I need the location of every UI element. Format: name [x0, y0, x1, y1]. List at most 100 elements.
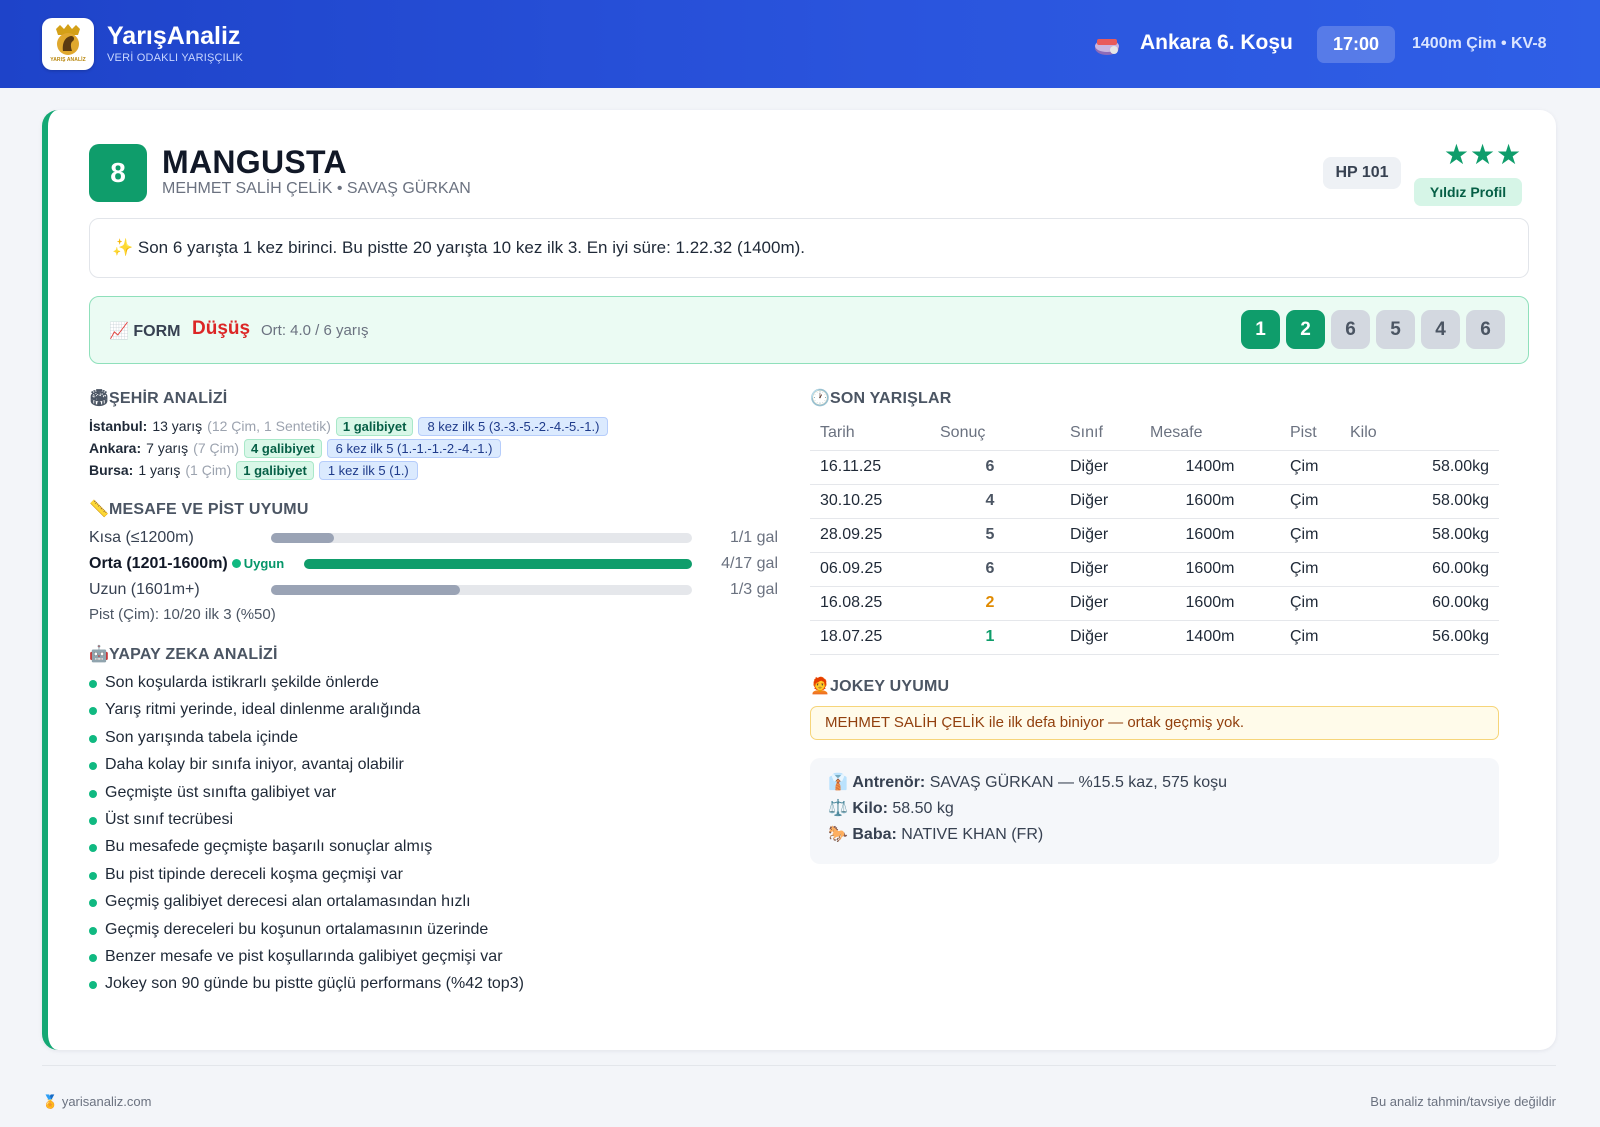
table-row: 06.09.25 6 Diğer 1600m Çim 60.00kg [810, 552, 1499, 587]
city-row: İstanbul: 13 yarış (12 Çim, 1 Sentetik) … [89, 416, 609, 436]
city-name: Ankara: [89, 440, 142, 456]
recent-races-table: Tarih Sonuç Sınıf Mesafe Pist Kilo 16.11… [810, 416, 1499, 655]
race-distance: 1600m [1150, 484, 1270, 519]
race-date: 06.09.25 [810, 552, 940, 587]
footer-divider [42, 1065, 1556, 1066]
distance-value: 4/17 gal [721, 555, 778, 572]
race-result: 2 [940, 586, 1040, 621]
distance-bar [271, 533, 692, 543]
profile-badge: Yıldız Profil [1414, 178, 1522, 206]
form-result-pill: 6 [1466, 310, 1505, 349]
list-item: Son koşularda istikrarlı şekilde önlerde [89, 674, 524, 701]
column-header-date: Tarih [810, 416, 940, 451]
footer-site[interactable]: 🏅 yarisanaliz.com [42, 1094, 151, 1110]
form-label: 📈 FORM [109, 323, 181, 340]
distance-bar-fill [304, 559, 692, 569]
suitable-tag: Uygun [231, 556, 284, 571]
brand-tagline: VERİ ODAKLI YARIŞÇILIK [107, 52, 244, 64]
list-item: Geçmişte üst sınıfta galibiyet var [89, 784, 524, 811]
table-row: 18.07.25 1 Diğer 1400m Çim 56.00kg [810, 620, 1499, 655]
table-row: 16.08.25 2 Diğer 1600m Çim 60.00kg [810, 586, 1499, 621]
city-races: 1 yarış [138, 462, 181, 478]
race-date: 18.07.25 [810, 620, 940, 655]
race-class: Diğer [1040, 450, 1150, 485]
city-detail: (7 Çim) [193, 440, 240, 456]
list-item: Son yarışında tabela içinde [89, 729, 524, 756]
form-result-pill: 2 [1286, 310, 1325, 349]
race-result: 1 [940, 620, 1040, 655]
jockey-fit-title: 🧑‍🦰JOKEY UYUMU [810, 678, 950, 695]
distance-label: Orta (1201-1600m) Uygun [89, 555, 285, 572]
form-result-pill: 4 [1421, 310, 1460, 349]
list-item: Geçmiş galibiyet derecesi alan ortalamas… [89, 893, 524, 920]
recent-races-title: 🕐SON YARIŞLAR [810, 390, 952, 407]
race-distance: 1600m [1150, 586, 1270, 621]
race-result: 6 [940, 450, 1040, 485]
city-detail: (12 Çim, 1 Sentetik) [207, 418, 331, 434]
race-date: 16.08.25 [810, 586, 940, 621]
horse-logo-icon [56, 24, 80, 55]
necktie-icon: 👔 [828, 774, 848, 791]
list-item: Jokey son 90 günde bu pistte güçlü perfo… [89, 975, 524, 1002]
race-weight: 56.00kg [1350, 620, 1499, 655]
form-average: Ort: 4.0 / 6 yarış [261, 322, 369, 339]
city-races: 13 yarış [152, 418, 203, 434]
race-track: Çim [1270, 484, 1350, 519]
list-item: Yarış ritmi yerinde, ideal dinlenme aral… [89, 701, 524, 728]
city-name: Bursa: [89, 462, 134, 478]
jockey-note: MEHMET SALİH ÇELİK ile ilk defa biniyor … [810, 706, 1499, 740]
race-track: Çim [1270, 518, 1350, 553]
race-distance: 1400m [1150, 450, 1270, 485]
list-item: Daha kolay bir sınıfa iniyor, avantaj ol… [89, 756, 524, 783]
race-class: Diğer [1040, 518, 1150, 553]
star-rating-icon: ★★★ [1443, 139, 1523, 170]
hp-badge: HP 101 [1323, 157, 1401, 189]
distance-bar-fill [271, 533, 335, 543]
logo-caption: YARIŞ ANALİZ [50, 57, 86, 63]
clock-icon: 🕐 [810, 390, 831, 407]
city-row: Bursa: 1 yarış (1 Çim) 1 galibiyet 1 kez… [89, 460, 418, 480]
site-logo-icon: 🏅 [42, 1094, 59, 1109]
race-distance: 1400m [1150, 620, 1270, 655]
city-top5-tag: 8 kez ilk 5 (3.-3.-5.-2.-4.-5.-1.) [418, 416, 609, 436]
city-top5-tag: 6 kez ilk 5 (1.-1.-1.-2.-4.-1.) [326, 438, 502, 458]
stadium-icon: 🏟 [89, 390, 110, 407]
race-result: 4 [940, 484, 1040, 519]
horse-card: 8 MANGUSTA MEHMET SALİH ÇELİK • SAVAŞ GÜ… [42, 110, 1556, 1050]
pist-note: Pist (Çim): 10/20 ilk 3 (%50) [89, 606, 276, 623]
race-track: Çim [1270, 450, 1350, 485]
ai-analysis-title: 🤖YAPAY ZEKA ANALİZİ [89, 646, 278, 663]
race-title: Ankara 6. Koşu [1140, 31, 1293, 54]
ai-analysis-list: Son koşularda istikrarlı şekilde önlerde… [89, 674, 524, 1003]
horse-number-badge: 8 [89, 144, 147, 202]
race-track: Çim [1270, 620, 1350, 655]
distance-bar [271, 585, 692, 595]
race-weight: 58.00kg [1350, 450, 1499, 485]
distance-title: 📏MESAFE VE PİST UYUMU [89, 501, 309, 518]
top-bar: YARIŞ ANALİZ YarışAnaliz VERİ ODAKLI YAR… [0, 0, 1600, 88]
distance-value: 1/1 gal [729, 529, 778, 546]
list-item: Bu mesafede geçmişte başarılı sonuçlar a… [89, 838, 524, 865]
weight-line: ⚖️ Kilo: 58.50 kg [828, 800, 954, 817]
brand-name: YarışAnaliz [107, 22, 241, 50]
race-result: 5 [940, 518, 1040, 553]
column-header-distance: Mesafe [1150, 416, 1270, 451]
city-detail: (1 Çim) [185, 462, 232, 478]
ruler-icon: 📏 [89, 501, 110, 518]
race-distance: 1600m [1150, 518, 1270, 553]
robot-icon: 🤖 [89, 646, 110, 663]
racecourse-icon [1095, 39, 1119, 55]
city-races: 7 yarış [146, 440, 189, 456]
race-date: 16.11.25 [810, 450, 940, 485]
column-header-weight: Kilo [1350, 416, 1499, 451]
summary-box: ✨ Son 6 yarışta 1 kez birinci. Bu pistte… [89, 218, 1529, 278]
list-item: Geçmiş dereceleri bu koşunun ortalamasın… [89, 921, 524, 948]
jockey-trainer: MEHMET SALİH ÇELİK • SAVAŞ GÜRKAN [162, 180, 471, 197]
city-row: Ankara: 7 yarış (7 Çim) 4 galibiyet 6 ke… [89, 438, 502, 458]
table-row: 16.11.25 6 Diğer 1400m Çim 58.00kg [810, 450, 1499, 485]
list-item: Benzer mesafe ve pist koşullarında galib… [89, 948, 524, 975]
list-item: Üst sınıf tecrübesi [89, 811, 524, 838]
brand-logo[interactable]: YARIŞ ANALİZ [42, 18, 94, 70]
race-weight: 60.00kg [1350, 586, 1499, 621]
race-meta: 1400m Çim • KV-8 [1412, 35, 1547, 52]
